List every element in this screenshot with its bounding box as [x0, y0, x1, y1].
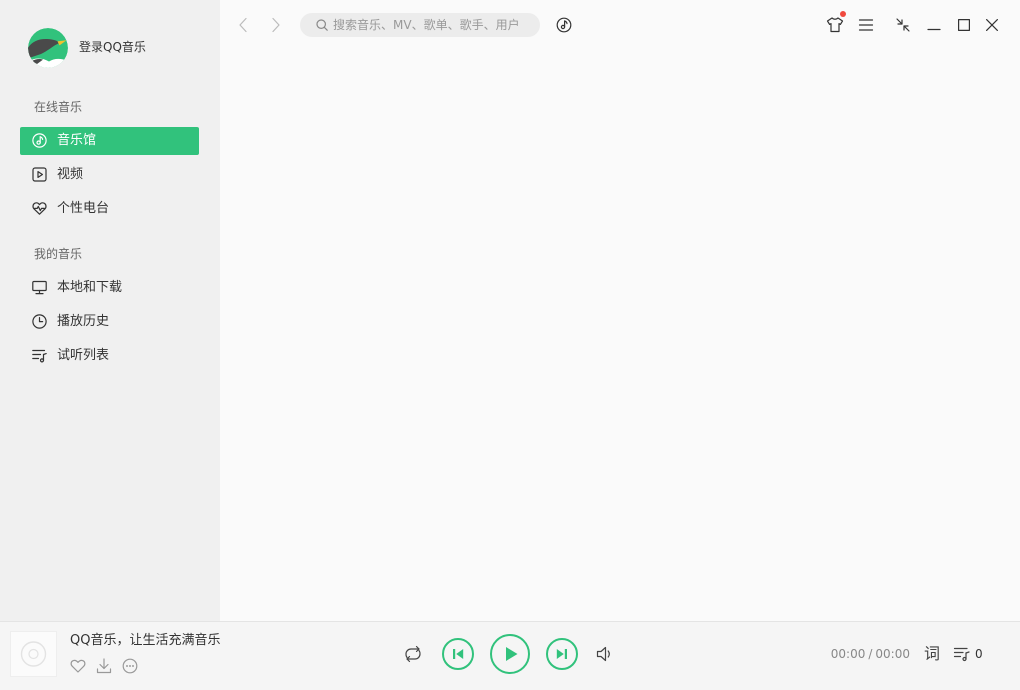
- sidebar-item-history[interactable]: 播放历史: [20, 308, 199, 336]
- search-input[interactable]: [333, 13, 533, 37]
- sidebar-item-label: 视频: [57, 167, 84, 182]
- radio-heart-icon: [32, 201, 47, 216]
- sidebar-item-music-hall[interactable]: 音乐馆: [20, 127, 199, 155]
- back-button[interactable]: [237, 17, 249, 33]
- sidebar-item-trial-list[interactable]: 试听列表: [20, 342, 199, 370]
- album-placeholder-icon: [20, 641, 47, 667]
- loop-icon: [405, 645, 421, 663]
- section-title-online-music: 在线音乐: [34, 100, 83, 114]
- mini-mode-button[interactable]: [896, 18, 910, 32]
- time-total: 00:00: [875, 647, 910, 661]
- play-button[interactable]: [489, 633, 531, 675]
- minimize-button[interactable]: [927, 19, 941, 31]
- previous-icon: [442, 638, 474, 670]
- like-button[interactable]: [70, 659, 86, 673]
- maximize-icon: [958, 19, 971, 32]
- loop-mode-button[interactable]: [403, 645, 423, 663]
- forward-button[interactable]: [270, 17, 282, 33]
- video-icon: [32, 167, 47, 182]
- player-bar: QQ音乐，让生活充满音乐 00:00 / 00:00 词 0: [0, 621, 1020, 690]
- heart-icon: [70, 659, 86, 673]
- sidebar-item-label: 音乐馆: [57, 133, 97, 148]
- back-icon: [239, 17, 247, 33]
- music-hall-icon: [32, 133, 47, 148]
- playback-time: 00:00/00:00: [820, 647, 910, 661]
- previous-button[interactable]: [441, 637, 475, 671]
- mini-mode-icon: [896, 18, 910, 32]
- album-art[interactable]: [10, 631, 57, 677]
- song-title: QQ音乐，让生活充满音乐: [70, 633, 221, 648]
- skin-icon: [826, 17, 844, 33]
- menu-button[interactable]: [858, 19, 874, 31]
- app-window: 登录QQ音乐 在线音乐 音乐馆 视频 个性电台 我的音乐 本地和下载 播放历史 …: [0, 0, 1020, 690]
- sidebar-item-label: 个性电台: [57, 201, 110, 216]
- sidebar: 登录QQ音乐 在线音乐 音乐馆 视频 个性电台 我的音乐 本地和下载 播放历史 …: [0, 0, 220, 621]
- close-button[interactable]: [986, 19, 998, 31]
- next-icon: [546, 638, 578, 670]
- playlist-icon: [32, 348, 47, 363]
- sidebar-item-label: 试听列表: [57, 348, 110, 363]
- penguin-avatar-icon: [28, 28, 68, 68]
- playlist-button[interactable]: [953, 647, 970, 662]
- volume-button[interactable]: [596, 645, 614, 663]
- sidebar-item-radio[interactable]: 个性电台: [20, 195, 199, 223]
- main-content: [220, 0, 1020, 621]
- more-button[interactable]: [122, 658, 138, 674]
- minimize-icon: [927, 28, 941, 31]
- download-button[interactable]: [96, 658, 112, 674]
- playlist-icon: [953, 647, 970, 662]
- music-recognition-icon: [556, 17, 572, 33]
- skin-button[interactable]: [826, 16, 844, 33]
- monitor-icon: [32, 280, 47, 295]
- time-current: 00:00: [830, 647, 866, 661]
- menu-icon: [858, 19, 874, 31]
- music-recognition-button[interactable]: [556, 17, 572, 33]
- sidebar-item-local-download[interactable]: 本地和下载: [20, 274, 199, 302]
- forward-icon: [272, 17, 280, 33]
- playlist-count: 0: [975, 647, 983, 661]
- sidebar-item-label: 本地和下载: [57, 280, 123, 295]
- clock-icon: [32, 314, 47, 329]
- login-link[interactable]: 登录QQ音乐: [79, 40, 146, 54]
- lyrics-toggle-button[interactable]: 词: [924, 645, 940, 663]
- time-separator: /: [868, 647, 873, 661]
- maximize-button[interactable]: [958, 19, 971, 32]
- notification-dot: [840, 11, 846, 17]
- search-icon: [316, 19, 328, 31]
- user-avatar[interactable]: [28, 28, 68, 68]
- top-bar: [220, 0, 1020, 50]
- close-icon: [986, 19, 998, 31]
- more-icon: [122, 658, 138, 674]
- sidebar-item-label: 播放历史: [57, 314, 110, 329]
- search-box[interactable]: [300, 13, 540, 37]
- section-title-my-music: 我的音乐: [34, 247, 83, 261]
- next-button[interactable]: [545, 637, 579, 671]
- download-icon: [96, 658, 112, 674]
- play-icon: [490, 634, 530, 674]
- volume-icon: [596, 646, 610, 662]
- sidebar-item-video[interactable]: 视频: [20, 161, 199, 189]
